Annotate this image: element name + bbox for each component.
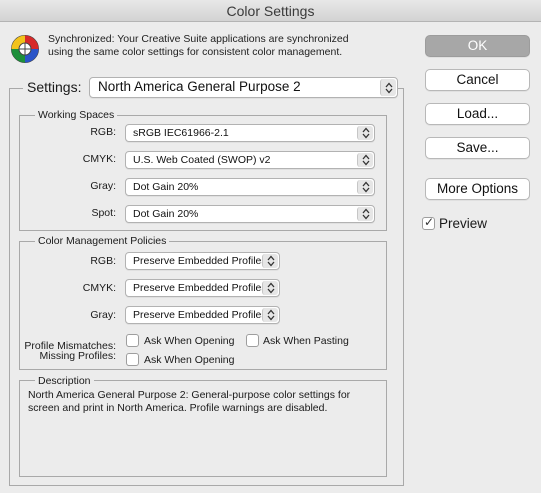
color-wheel-icon xyxy=(11,35,39,63)
ws-gray-label: Gray: xyxy=(90,180,116,192)
updown-arrows-icon xyxy=(380,79,396,96)
ask-when-opening-missing-label: Ask When Opening xyxy=(144,354,235,366)
ask-when-pasting-label: Ask When Pasting xyxy=(263,335,349,347)
ask-when-pasting-checkbox[interactable] xyxy=(246,334,259,347)
preview-checkbox[interactable]: ✓ Preview xyxy=(422,215,488,231)
updown-arrows-icon xyxy=(262,308,278,322)
policy-gray-label: Gray: xyxy=(90,309,116,321)
preview-label: Preview xyxy=(439,216,488,231)
ws-gray-value: Dot Gain 20% xyxy=(133,181,199,193)
ws-rgb-value: sRGB IEC61966-2.1 xyxy=(133,127,229,139)
sync-message: Synchronized: Your Creative Suite applic… xyxy=(48,33,408,59)
ok-button[interactable]: OK xyxy=(425,35,530,57)
ws-gray-select[interactable]: Dot Gain 20% xyxy=(125,178,375,196)
ws-spot-label: Spot: xyxy=(91,207,116,219)
ws-spot-select[interactable]: Dot Gain 20% xyxy=(125,205,375,223)
policy-rgb-value: Preserve Embedded Profiles xyxy=(133,255,267,267)
preview-checkbox-box[interactable]: ✓ xyxy=(422,215,435,230)
description-title: Description xyxy=(35,375,94,387)
divider xyxy=(9,88,23,89)
working-spaces-title: Working Spaces xyxy=(35,109,118,121)
divider xyxy=(398,88,404,89)
ws-cmyk-select[interactable]: U.S. Web Coated (SWOP) v2 xyxy=(125,151,375,169)
more-options-button[interactable]: More Options xyxy=(425,178,530,200)
ws-rgb-select[interactable]: sRGB IEC61966-2.1 xyxy=(125,124,375,142)
window-title: Color Settings xyxy=(0,0,541,22)
ask-when-opening-missing-checkbox[interactable] xyxy=(126,353,139,366)
settings-select-value: North America General Purpose 2 xyxy=(98,79,301,94)
ws-rgb-label: RGB: xyxy=(90,126,116,138)
updown-arrows-icon xyxy=(262,281,278,295)
ws-spot-value: Dot Gain 20% xyxy=(133,208,199,220)
settings-select[interactable]: North America General Purpose 2 xyxy=(89,77,398,98)
sync-message-line2: using the same color settings for consis… xyxy=(48,46,343,58)
policy-rgb-label: RGB: xyxy=(90,255,116,267)
ws-cmyk-label: CMYK: xyxy=(82,153,116,165)
ask-when-opening-mismatch-label: Ask When Opening xyxy=(144,335,235,347)
updown-arrows-icon xyxy=(357,207,373,221)
sync-message-line1: Synchronized: Your Creative Suite applic… xyxy=(48,33,349,45)
checkmark-icon: ✓ xyxy=(424,215,435,229)
updown-arrows-icon xyxy=(357,180,373,194)
updown-arrows-icon xyxy=(357,153,373,167)
policy-cmyk-label: CMYK: xyxy=(82,282,116,294)
policies-title: Color Management Policies xyxy=(35,235,170,247)
policy-cmyk-value: Preserve Embedded Profiles xyxy=(133,282,267,294)
load-button[interactable]: Load... xyxy=(425,103,530,125)
ask-when-opening-mismatch-checkbox[interactable] xyxy=(126,334,139,347)
cancel-button[interactable]: Cancel xyxy=(425,69,530,91)
policy-cmyk-select[interactable]: Preserve Embedded Profiles xyxy=(125,279,280,297)
policy-gray-select[interactable]: Preserve Embedded Profiles xyxy=(125,306,280,324)
updown-arrows-icon xyxy=(262,254,278,268)
policy-gray-value: Preserve Embedded Profiles xyxy=(133,309,267,321)
settings-label: Settings: xyxy=(27,79,82,95)
save-button[interactable]: Save... xyxy=(425,137,530,159)
ws-cmyk-value: U.S. Web Coated (SWOP) v2 xyxy=(133,154,271,166)
description-text: North America General Purpose 2: General… xyxy=(28,389,351,414)
policy-rgb-select[interactable]: Preserve Embedded Profiles xyxy=(125,252,280,270)
updown-arrows-icon xyxy=(357,126,373,140)
missing-profiles-label: Missing Profiles: xyxy=(39,350,116,362)
